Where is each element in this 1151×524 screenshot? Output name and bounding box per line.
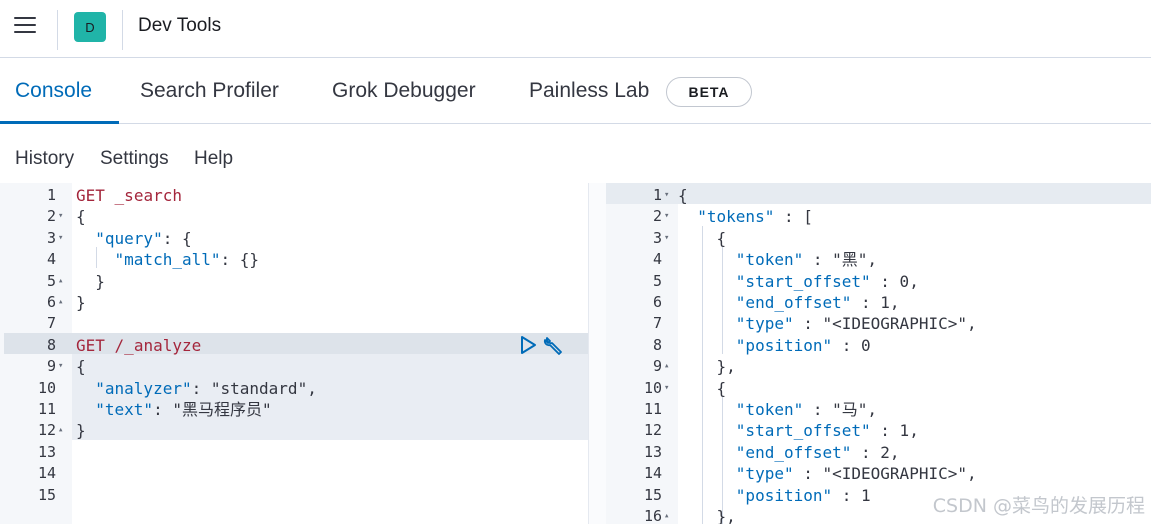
code-text: "token" : "马", [735, 400, 878, 419]
fold-down-icon[interactable]: ▾ [664, 206, 669, 227]
code-text: GET _search [76, 186, 182, 205]
play-icon[interactable] [519, 335, 537, 355]
fold-up-icon[interactable]: ▴ [58, 271, 63, 292]
code-text: "token" : "黑", [735, 250, 878, 270]
tab-bar: Console Search Profiler Grok Debugger Pa… [0, 62, 1151, 124]
code-text: } [76, 271, 105, 291]
line-number: 1 [46, 186, 56, 204]
code-text: }, [678, 507, 736, 524]
fold-up-icon[interactable]: ▴ [664, 506, 669, 524]
tab-console[interactable]: Console [15, 79, 92, 103]
code-text: }, [678, 357, 736, 377]
menu-settings[interactable]: Settings [100, 148, 169, 170]
menu-history[interactable]: History [15, 148, 74, 170]
beta-badge: BETA [666, 77, 752, 107]
watermark: CSDN @菜鸟的发展历程 [932, 495, 1145, 517]
fold-down-icon[interactable]: ▾ [58, 356, 63, 377]
code-text: "end_offset" : 2, [735, 442, 900, 462]
code-text: "start_offset" : 1, [735, 421, 919, 441]
line-number: 14 [37, 464, 56, 483]
code-text: "type" : "<IDEOGRAPHIC>", [735, 314, 977, 334]
line-number: 16 [643, 507, 662, 524]
code-text: "analyzer": "standard", [95, 378, 317, 398]
request-editor[interactable]: 1 GET _search 2 ▾{3 ▾ "query": {4 "match_all… [0, 183, 588, 524]
line-number: 4 [652, 250, 662, 269]
fold-down-icon[interactable]: ▾ [58, 206, 63, 227]
pane-resizer[interactable] [588, 183, 606, 524]
line-number: 12 [37, 421, 56, 440]
line-number: 5 [652, 271, 662, 290]
active-line-highlight [606, 183, 1151, 204]
line-number: 8 [46, 335, 56, 354]
tab-painless-lab[interactable]: Painless Lab [529, 79, 649, 103]
request-actions [519, 335, 565, 355]
page-title: Dev Tools [138, 15, 222, 36]
line-number: 10 [643, 378, 662, 397]
line-number: 12 [643, 421, 662, 440]
line-number: 5 [46, 271, 56, 290]
code-text: "match_all": {} [114, 250, 260, 270]
code-text: } [76, 293, 86, 312]
app-header: D Dev Tools [0, 0, 1151, 58]
line-number: 1 [652, 186, 662, 204]
code-text: "start_offset" : 0, [735, 271, 919, 291]
tab-search-profiler[interactable]: Search Profiler [140, 79, 279, 103]
code-text: "end_offset" : 1, [735, 293, 900, 312]
fold-up-icon[interactable]: ▴ [58, 292, 63, 313]
active-tab-indicator [0, 121, 119, 124]
code-text: "position" : 1 [735, 485, 871, 505]
line-number: 15 [643, 485, 662, 504]
line-number: 8 [652, 335, 662, 354]
wrench-icon[interactable] [543, 335, 565, 355]
code-text: { [76, 207, 86, 227]
line-number: 6 [46, 293, 56, 311]
code-text: } [76, 421, 86, 441]
line-number: 7 [46, 314, 56, 333]
header-divider [122, 10, 123, 50]
code-text: { [76, 357, 86, 377]
line-number: 9 [46, 357, 56, 376]
hamburger-icon[interactable] [14, 17, 36, 35]
code-text: GET /_analyze [76, 335, 202, 355]
space-avatar[interactable]: D [74, 12, 106, 42]
code-text: "text": "黑马程序员" [95, 400, 272, 419]
code-text: "type" : "<IDEOGRAPHIC>", [735, 464, 977, 484]
fold-down-icon[interactable]: ▾ [664, 185, 669, 206]
line-number: 11 [37, 400, 56, 418]
line-number: 7 [652, 314, 662, 333]
fold-down-icon[interactable]: ▾ [664, 228, 669, 249]
tab-grok-debugger[interactable]: Grok Debugger [332, 79, 476, 103]
code-text: { [678, 228, 727, 248]
response-viewer: 1 ▾{2 ▾ "tokens" : [3 ▾ {4 "token" : "黑", 5 … [606, 183, 1151, 524]
code-text: "query": { [95, 228, 192, 248]
line-number: 10 [37, 378, 56, 397]
code-text: { [678, 186, 688, 205]
fold-down-icon[interactable]: ▾ [664, 378, 669, 399]
code-text: "tokens" : [ [697, 207, 813, 227]
line-number: 2 [46, 207, 56, 226]
line-number: 4 [46, 250, 56, 269]
code-text: "position" : 0 [735, 335, 871, 355]
line-number: 6 [652, 293, 662, 311]
code-text: { [678, 378, 727, 398]
line-number: 2 [652, 207, 662, 226]
menu-help[interactable]: Help [194, 148, 233, 170]
line-number: 14 [643, 464, 662, 483]
fold-up-icon[interactable]: ▴ [664, 356, 669, 377]
line-number: 13 [37, 442, 56, 461]
fold-up-icon[interactable]: ▴ [58, 420, 63, 441]
line-number: 9 [652, 357, 662, 376]
line-number: 11 [643, 400, 662, 418]
fold-down-icon[interactable]: ▾ [58, 228, 63, 249]
line-number: 3 [46, 228, 56, 247]
line-number: 3 [652, 228, 662, 247]
line-number: 13 [643, 442, 662, 461]
line-number: 15 [37, 485, 56, 504]
header-divider [57, 10, 58, 50]
